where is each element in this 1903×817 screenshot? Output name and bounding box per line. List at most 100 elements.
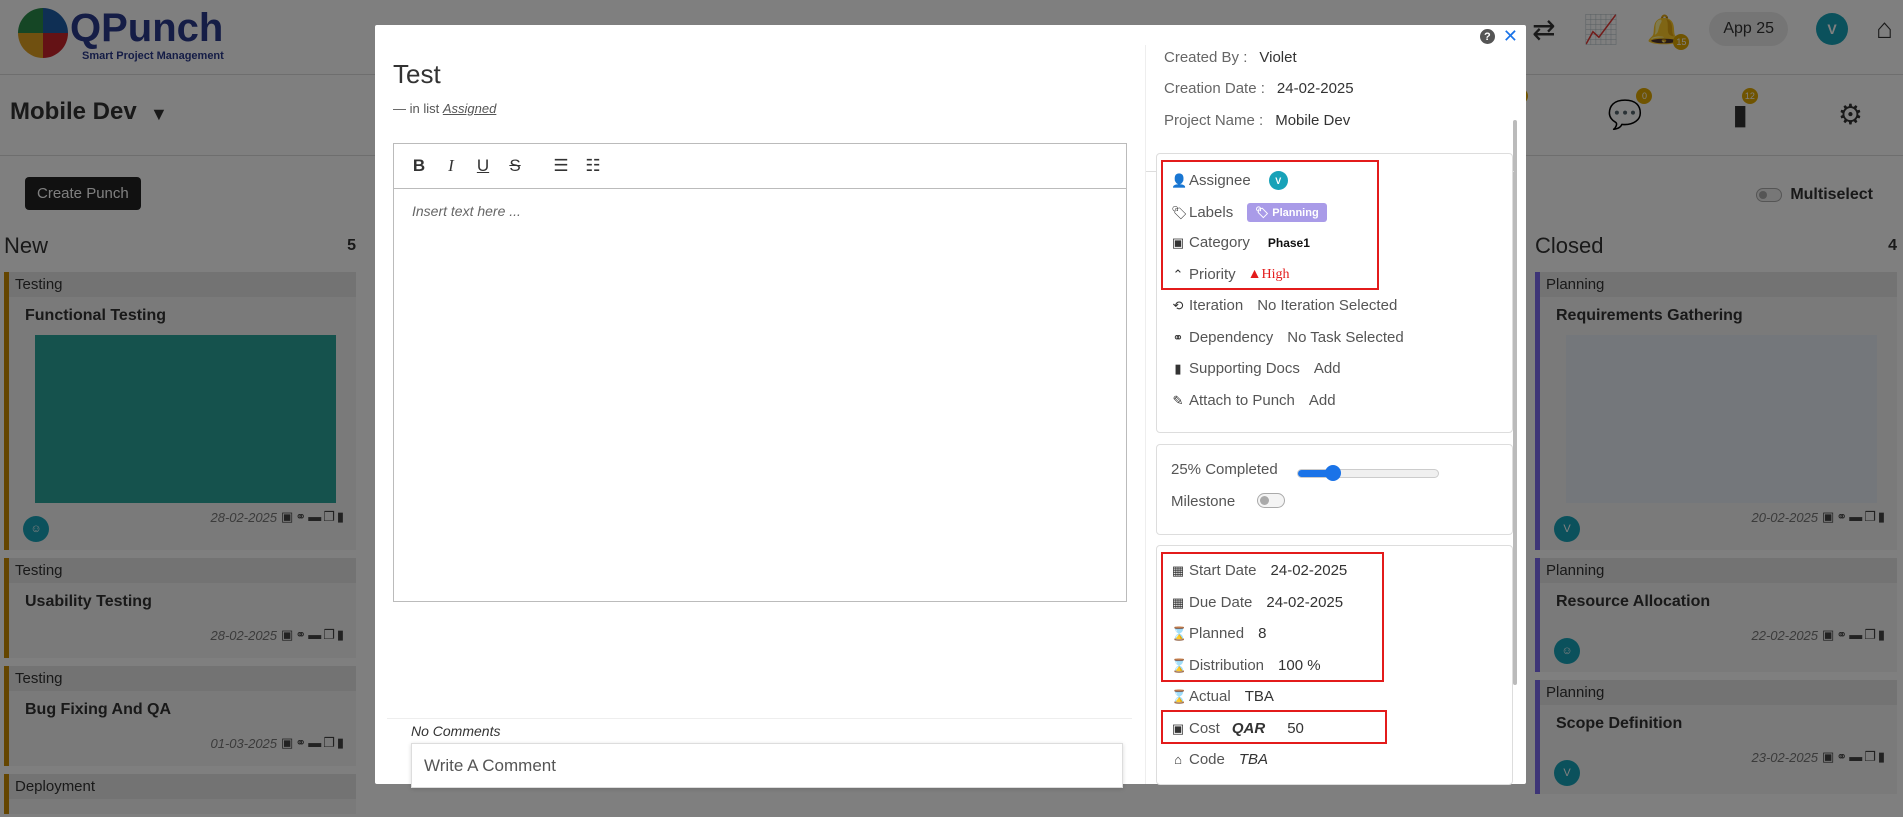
dependency-label: Dependency: [1189, 329, 1274, 346]
actual-label: Actual: [1189, 688, 1231, 705]
creation-date-value: 24-02-2025: [1276, 80, 1354, 97]
comment-input[interactable]: [411, 743, 1123, 788]
no-comments-text: No Comments: [411, 723, 501, 739]
due-date-row[interactable]: ▦ Due Date 24-02-2025: [1171, 594, 1343, 611]
distribution-row[interactable]: ⌛ Distribution 100 %: [1171, 657, 1321, 674]
creation-date: Creation Date : 24-02-2025: [1164, 80, 1354, 97]
code-row[interactable]: ⌂ Code TBA: [1171, 751, 1268, 768]
task-title[interactable]: Test: [393, 59, 441, 90]
cost-label: Cost: [1189, 720, 1220, 737]
ordered-list-icon[interactable]: ☰: [552, 156, 570, 176]
link-icon: ⚭: [1172, 329, 1184, 345]
project-name-value: Mobile Dev: [1275, 112, 1351, 129]
cost-currency[interactable]: QAR: [1232, 720, 1265, 737]
labels-row[interactable]: 🏷 Labels 🏷 Planning: [1171, 203, 1327, 222]
schedule-panel: ▦ Start Date 24-02-2025 ▦ Due Date 24-02-202…: [1156, 545, 1513, 785]
strikethrough-icon[interactable]: S: [506, 156, 524, 176]
milestone-label: Milestone: [1171, 493, 1236, 510]
paperclip-icon: ✎: [1172, 392, 1184, 408]
progress-panel: 25% Completed Milestone: [1156, 444, 1513, 535]
box-icon: ▣: [1171, 234, 1185, 250]
project-name-label: Project Name :: [1164, 112, 1264, 129]
dependency-value[interactable]: No Task Selected: [1287, 329, 1403, 346]
category-row[interactable]: ▣ Category Phase1: [1171, 234, 1310, 251]
close-icon[interactable]: ✕: [1503, 27, 1518, 45]
code-label: Code: [1189, 751, 1225, 768]
attach-row[interactable]: ✎ Attach to Punch Add: [1171, 392, 1336, 409]
dependency-row[interactable]: ⚭ Dependency No Task Selected: [1171, 329, 1404, 346]
label-badge[interactable]: 🏷 Planning: [1247, 203, 1327, 222]
description-editor[interactable]: B I U S ☰ ☷ Insert text here ...: [393, 143, 1127, 602]
category-value[interactable]: Phase1: [1268, 236, 1310, 250]
priority-label: Priority: [1189, 266, 1236, 283]
planned-row[interactable]: ⌛ Planned 8: [1171, 625, 1266, 642]
punch-editor-pane: Test — in list Assigned B I U S ☰ ☷ Inse…: [387, 53, 1132, 788]
assignee-row[interactable]: 👤 Assignee V: [1171, 171, 1288, 190]
planned-label: Planned: [1189, 625, 1245, 642]
attach-label: Attach to Punch: [1189, 392, 1295, 409]
italic-icon[interactable]: I: [442, 156, 460, 176]
start-date-value[interactable]: 24-02-2025: [1271, 562, 1348, 579]
calendar-check-icon: ▦: [1171, 594, 1185, 610]
bullet-list-icon[interactable]: ☷: [584, 156, 602, 176]
due-date-value[interactable]: 24-02-2025: [1266, 594, 1343, 611]
bold-icon[interactable]: B: [410, 156, 428, 176]
assignee-avatar[interactable]: V: [1268, 171, 1288, 190]
created-by-value: Violet: [1259, 49, 1297, 66]
hourglass-icon: ⌛: [1171, 657, 1188, 673]
iteration-value[interactable]: No Iteration Selected: [1257, 297, 1397, 314]
progress-label: 25% Completed: [1171, 461, 1278, 478]
due-date-label: Due Date: [1189, 594, 1253, 611]
list-link[interactable]: Assigned: [443, 101, 496, 116]
distribution-label: Distribution: [1189, 657, 1265, 674]
actual-row[interactable]: ⌛ Actual TBA: [1171, 688, 1274, 705]
caret-up-icon: ▲: [1247, 266, 1262, 282]
basket-icon: ⌂: [1174, 752, 1182, 767]
iteration-label: Iteration: [1189, 297, 1244, 314]
distribution-value[interactable]: 100 %: [1278, 657, 1321, 674]
calendar-check-icon: ▦: [1171, 562, 1185, 578]
progress-slider-handle[interactable]: [1325, 465, 1341, 481]
label-badge-text: Planning: [1272, 207, 1319, 219]
user-icon: 👤: [1171, 172, 1188, 188]
help-icon[interactable]: ?: [1479, 29, 1495, 44]
progress-slider[interactable]: [1297, 465, 1439, 481]
planned-value[interactable]: 8: [1258, 625, 1266, 642]
supporting-docs-label: Supporting Docs: [1189, 360, 1300, 377]
money-icon: ▣: [1171, 720, 1185, 736]
priority-value[interactable]: ▲High: [1248, 267, 1290, 283]
category-label: Category: [1189, 234, 1250, 251]
cost-row[interactable]: ▣ Cost QAR 50: [1171, 720, 1304, 737]
start-date-row[interactable]: ▦ Start Date 24-02-2025: [1171, 562, 1347, 579]
creation-date-label: Creation Date :: [1164, 80, 1265, 97]
file-icon: ▮: [1174, 360, 1182, 376]
assignee-label: Assignee: [1189, 172, 1251, 189]
in-list-prefix: — in list: [393, 101, 440, 116]
created-by-label: Created By :: [1164, 49, 1248, 66]
created-by: Created By : Violet: [1164, 49, 1297, 66]
tags-icon: 🏷: [1171, 204, 1188, 220]
cost-value[interactable]: 50: [1287, 720, 1304, 737]
hourglass-icon: ⌛: [1171, 625, 1188, 641]
code-value[interactable]: TBA: [1239, 751, 1268, 768]
project-name: Project Name : Mobile Dev: [1164, 112, 1350, 129]
punch-detail-modal: ? ✕ Test — in list Assigned B I U S ☰ ☷ …: [375, 25, 1526, 788]
supporting-docs-row[interactable]: ▮ Supporting Docs Add: [1171, 360, 1341, 377]
divider: [387, 718, 1132, 719]
underline-icon[interactable]: U: [474, 156, 492, 176]
attach-add[interactable]: Add: [1309, 392, 1336, 409]
repeat-icon: ⟲: [1172, 297, 1184, 313]
iteration-row[interactable]: ⟲ Iteration No Iteration Selected: [1171, 297, 1398, 314]
priority-row[interactable]: ⌃ Priority ▲High: [1171, 266, 1290, 283]
punch-details-pane: Created By : Violet Creation Date : 24-02-…: [1145, 45, 1517, 785]
actual-value[interactable]: TBA: [1245, 688, 1274, 705]
editor-toolbar: B I U S ☰ ☷: [394, 144, 1126, 189]
details-panel: 👤 Assignee V 🏷 Labels 🏷 Planning ▣ Category Ph…: [1156, 153, 1513, 433]
hourglass-icon: ⌛: [1171, 688, 1188, 704]
start-date-label: Start Date: [1189, 562, 1257, 579]
editor-placeholder[interactable]: Insert text here ...: [394, 189, 1126, 233]
scrollbar[interactable]: [1513, 120, 1517, 685]
supporting-docs-add[interactable]: Add: [1314, 360, 1341, 377]
list-breadcrumb: — in list Assigned: [393, 101, 496, 116]
milestone-toggle[interactable]: [1257, 493, 1285, 508]
